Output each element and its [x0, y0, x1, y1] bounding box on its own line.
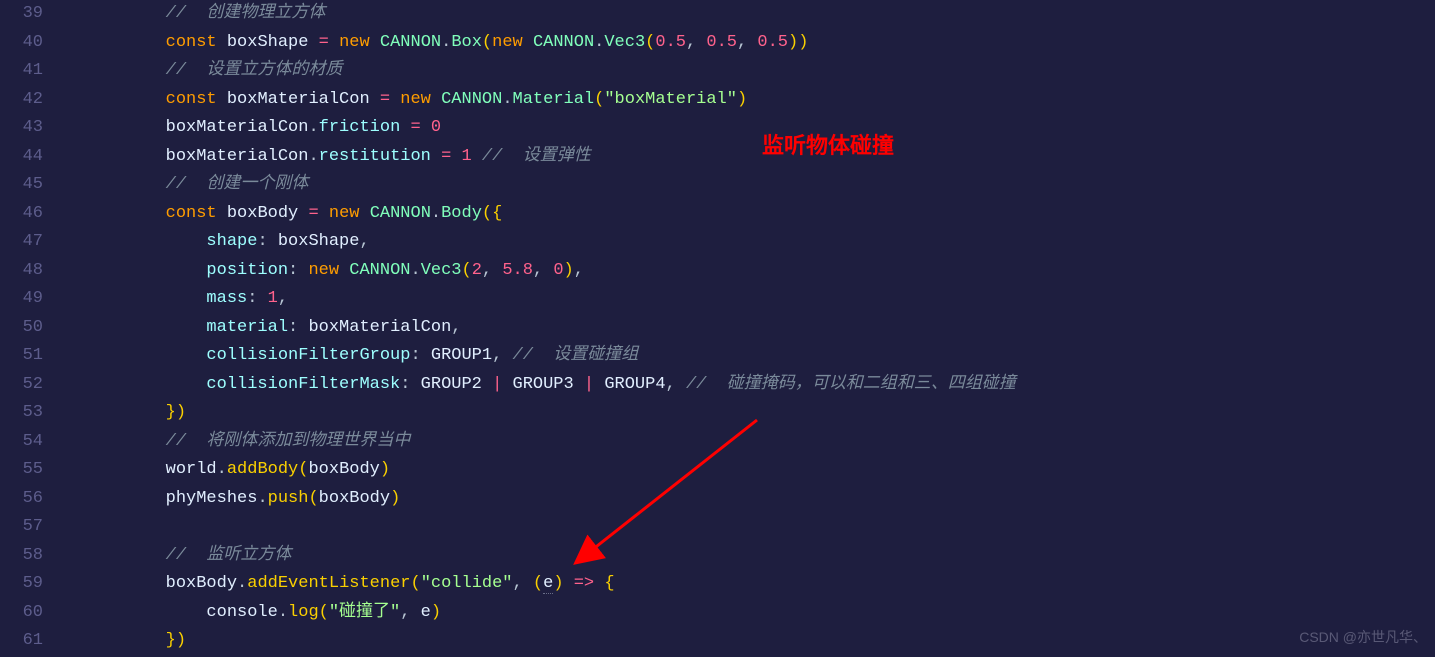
code-line[interactable]: mass: 1, — [84, 285, 1435, 314]
watermark: CSDN @亦世凡华、 — [1299, 623, 1427, 652]
line-number: 46 — [0, 200, 43, 229]
line-number: 47 — [0, 228, 43, 257]
code-line[interactable]: const boxMaterialCon = new CANNON.Materi… — [84, 86, 1435, 115]
line-number: 39 — [0, 0, 43, 29]
code-line[interactable]: boxMaterialCon.friction = 0 — [84, 114, 1435, 143]
line-number: 51 — [0, 342, 43, 371]
code-line[interactable]: phyMeshes.push(boxBody) — [84, 485, 1435, 514]
code-line[interactable]: // 创建一个刚体 — [84, 171, 1435, 200]
code-line[interactable]: position: new CANNON.Vec3(2, 5.8, 0), — [84, 257, 1435, 286]
code-line[interactable]: // 将刚体添加到物理世界当中 — [84, 428, 1435, 457]
line-number: 59 — [0, 570, 43, 599]
code-line[interactable]: collisionFilterMask: GROUP2 | GROUP3 | G… — [84, 371, 1435, 400]
code-line[interactable]: material: boxMaterialCon, — [84, 314, 1435, 343]
line-number: 42 — [0, 86, 43, 115]
code-line[interactable]: shape: boxShape, — [84, 228, 1435, 257]
line-number: 56 — [0, 485, 43, 514]
code-editor: 39 40 41 42 43 44 45 46 47 48 49 50 51 5… — [0, 0, 1435, 657]
code-line[interactable]: boxBody.addEventListener("collide", (e) … — [84, 570, 1435, 599]
line-number-gutter: 39 40 41 42 43 44 45 46 47 48 49 50 51 5… — [0, 0, 62, 657]
line-number: 48 — [0, 257, 43, 286]
code-line[interactable]: }) — [84, 399, 1435, 428]
line-number: 61 — [0, 627, 43, 656]
line-number: 55 — [0, 456, 43, 485]
line-number: 60 — [0, 599, 43, 628]
code-line[interactable]: collisionFilterGroup: GROUP1, // 设置碰撞组 — [84, 342, 1435, 371]
line-number: 45 — [0, 171, 43, 200]
line-number: 49 — [0, 285, 43, 314]
code-line[interactable]: world.addBody(boxBody) — [84, 456, 1435, 485]
code-line[interactable]: }) — [84, 627, 1435, 656]
line-number: 53 — [0, 399, 43, 428]
line-number: 57 — [0, 513, 43, 542]
code-content[interactable]: // 创建物理立方体 const boxShape = new CANNON.B… — [62, 0, 1435, 657]
code-line[interactable]: boxMaterialCon.restitution = 1 // 设置弹性 — [84, 143, 1435, 172]
line-number: 54 — [0, 428, 43, 457]
code-line[interactable]: console.log("碰撞了", e) — [84, 599, 1435, 628]
line-number: 52 — [0, 371, 43, 400]
line-number: 40 — [0, 29, 43, 58]
code-line[interactable]: const boxBody = new CANNON.Body({ — [84, 200, 1435, 229]
line-number: 43 — [0, 114, 43, 143]
code-line[interactable]: const boxShape = new CANNON.Box(new CANN… — [84, 29, 1435, 58]
code-line[interactable]: // 监听立方体 — [84, 542, 1435, 571]
code-line[interactable]: // 创建物理立方体 — [84, 0, 1435, 29]
line-number: 50 — [0, 314, 43, 343]
line-number: 41 — [0, 57, 43, 86]
line-number: 44 — [0, 143, 43, 172]
code-line[interactable]: // 设置立方体的材质 — [84, 57, 1435, 86]
code-line[interactable] — [84, 513, 1435, 542]
line-number: 58 — [0, 542, 43, 571]
